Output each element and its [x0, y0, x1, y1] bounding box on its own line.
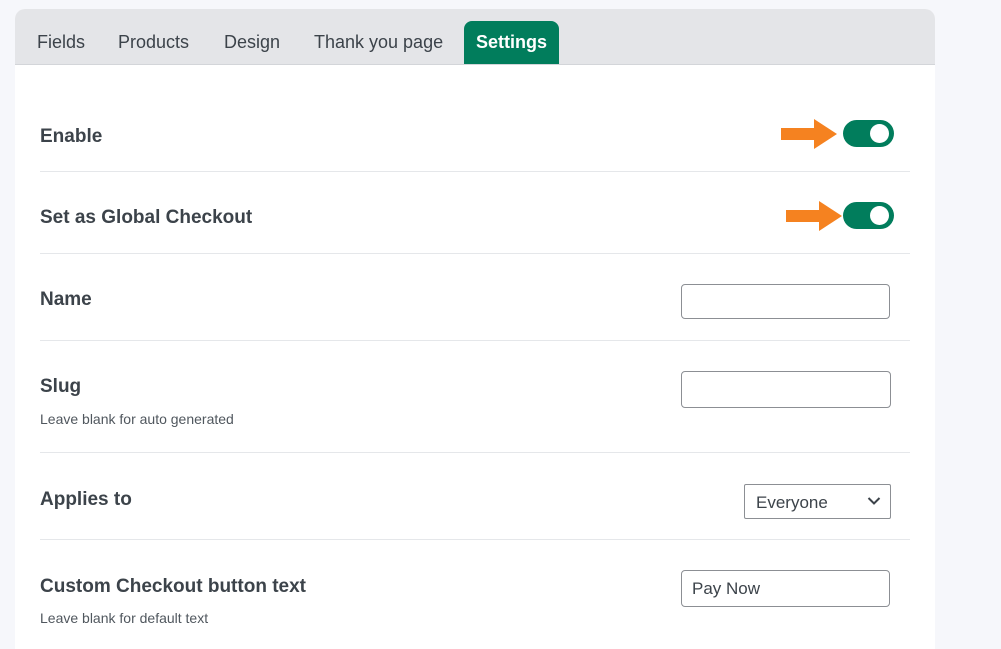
- slug-hint: Leave blank for auto generated: [40, 411, 234, 427]
- arrow-right-icon: [786, 201, 842, 231]
- settings-panel: Fields Products Design Thank you page Se…: [15, 9, 935, 649]
- toggle-knob: [870, 206, 889, 225]
- applies-to-value: Everyone: [756, 493, 828, 512]
- checkout-button-hint: Leave blank for default text: [40, 610, 209, 626]
- tab-design[interactable]: Design: [224, 21, 280, 64]
- applies-to-label: Applies to: [40, 489, 132, 510]
- global-checkout-label: Set as Global Checkout: [40, 207, 253, 228]
- checkout-button-input[interactable]: [681, 570, 890, 607]
- name-label: Name: [40, 289, 92, 310]
- checkout-button-label: Custom Checkout button text: [40, 576, 306, 597]
- arrow-right-icon: [781, 119, 837, 149]
- slug-label: Slug: [40, 376, 82, 397]
- slug-input[interactable]: [681, 371, 891, 408]
- tab-bar: Fields Products Design Thank you page Se…: [15, 9, 935, 65]
- enable-toggle[interactable]: [843, 120, 894, 147]
- applies-to-select[interactable]: Everyone: [744, 484, 891, 519]
- tab-thank-you-page[interactable]: Thank you page: [314, 21, 443, 64]
- name-input[interactable]: [681, 284, 890, 319]
- slug-row: Slug Leave blank for auto generated: [40, 341, 910, 453]
- tab-settings[interactable]: Settings: [464, 21, 560, 64]
- global-checkout-toggle[interactable]: [843, 202, 894, 229]
- global-checkout-row: Set as Global Checkout: [40, 172, 910, 254]
- chevron-down-icon: [867, 497, 881, 505]
- enable-label: Enable: [40, 126, 103, 147]
- checkout-button-row: Custom Checkout button text Leave blank …: [40, 540, 910, 649]
- tab-fields[interactable]: Fields: [37, 21, 85, 64]
- toggle-knob: [870, 124, 889, 143]
- applies-to-row: Applies to Everyone: [40, 453, 910, 540]
- tab-products[interactable]: Products: [118, 21, 189, 64]
- name-row: Name: [40, 254, 910, 341]
- enable-row: Enable: [40, 89, 910, 172]
